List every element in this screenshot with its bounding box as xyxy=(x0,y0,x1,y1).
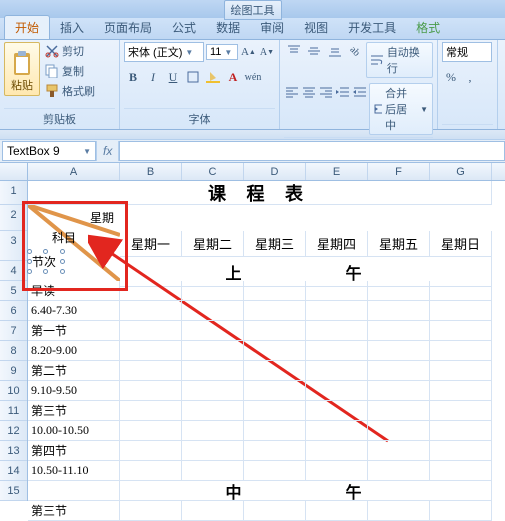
col-header-D[interactable]: D xyxy=(244,163,306,180)
ribbon-tabs: 开始 插入 页面布局 公式 数据 审阅 视图 开发工具 格式 xyxy=(0,18,505,40)
cell-A13[interactable]: 10.50-11.10 xyxy=(28,461,120,481)
bold-button[interactable]: B xyxy=(124,68,142,86)
cell-G2[interactable]: 星期日 xyxy=(430,231,492,257)
border-button[interactable] xyxy=(184,68,202,86)
col-header-G[interactable]: G xyxy=(430,163,492,180)
col-header-A[interactable]: A xyxy=(28,163,120,180)
underline-button[interactable]: U xyxy=(164,68,182,86)
clipboard-icon xyxy=(11,51,33,77)
cell-A7[interactable]: 8.20-9.00 xyxy=(28,341,120,361)
cell-D2[interactable]: 星期三 xyxy=(244,231,306,257)
col-header-B[interactable]: B xyxy=(120,163,182,180)
cell-A10[interactable]: 第三节 xyxy=(28,401,120,421)
tab-insert[interactable]: 插入 xyxy=(50,16,94,39)
cell-afternoon[interactable]: 中 午 xyxy=(120,481,492,501)
contextual-tab-header: 绘图工具 xyxy=(224,0,282,20)
tab-home[interactable]: 开始 xyxy=(4,15,50,39)
cell-B2[interactable]: 星期一 xyxy=(120,231,182,257)
row-header-7[interactable]: 7 xyxy=(0,321,27,341)
row-header-1[interactable]: 1 xyxy=(0,181,27,205)
paste-button[interactable]: 粘贴 xyxy=(4,42,40,96)
font-size-combo[interactable]: 11▼ xyxy=(206,44,238,60)
row-header-3[interactable]: 3 xyxy=(0,231,27,261)
row-header-12[interactable]: 12 xyxy=(0,421,27,441)
cut-button[interactable]: 剪切 xyxy=(43,42,97,60)
tab-formulas[interactable]: 公式 xyxy=(162,16,206,39)
cell-E2[interactable]: 星期四 xyxy=(306,231,368,257)
number-format-combo[interactable]: 常规 xyxy=(442,42,492,62)
font-color-button[interactable]: A xyxy=(224,68,242,86)
row-header-15[interactable]: 15 xyxy=(0,481,27,501)
row-header-8[interactable]: 8 xyxy=(0,341,27,361)
cell-A4[interactable]: 早读 xyxy=(28,281,120,301)
cell-A12[interactable]: 第四节 xyxy=(28,441,120,461)
diagonal-header-cell[interactable]: 星期 科目 节次 xyxy=(28,205,120,281)
clipboard-group-label: 剪贴板 xyxy=(4,108,115,129)
row-header-10[interactable]: 10 xyxy=(0,381,27,401)
select-all-corner[interactable] xyxy=(0,163,28,180)
font-family-combo[interactable]: 宋体 (正文)▼ xyxy=(124,42,204,62)
fill-color-button[interactable] xyxy=(204,68,222,86)
col-header-F[interactable]: F xyxy=(368,163,430,180)
align-right-button[interactable] xyxy=(318,83,334,101)
format-painter-button[interactable]: 格式刷 xyxy=(43,82,97,100)
merge-icon xyxy=(374,103,382,115)
font-group-label: 字体 xyxy=(124,108,275,129)
row-header-9[interactable]: 9 xyxy=(0,361,27,381)
row-header-11[interactable]: 11 xyxy=(0,401,27,421)
col-header-C[interactable]: C xyxy=(182,163,244,180)
orientation-button[interactable]: ab xyxy=(345,42,364,60)
increase-font-button[interactable]: A▲ xyxy=(240,43,257,61)
row-header-5[interactable]: 5 xyxy=(0,281,27,301)
align-left-button[interactable] xyxy=(284,83,300,101)
align-top-button[interactable] xyxy=(284,42,303,60)
phonetic-button[interactable]: wén xyxy=(244,68,262,86)
name-box[interactable]: TextBox 9▼ xyxy=(2,141,96,161)
row-header-6[interactable]: 6 xyxy=(0,301,27,321)
row-header-4[interactable]: 4 xyxy=(0,261,27,281)
wrap-text-button[interactable]: 自动换行 xyxy=(366,42,433,78)
merge-center-button[interactable]: 合并后居中▼ xyxy=(369,83,433,135)
tab-view[interactable]: 视图 xyxy=(294,16,338,39)
cell-A15[interactable]: 第三节 xyxy=(28,501,120,521)
cell-title[interactable]: 课 程 表 xyxy=(28,181,492,205)
decrease-indent-button[interactable] xyxy=(335,83,351,101)
scissors-icon xyxy=(45,44,59,58)
row-header-14[interactable]: 14 xyxy=(0,461,27,481)
cell-A11[interactable]: 10.00-10.50 xyxy=(28,421,120,441)
tab-layout[interactable]: 页面布局 xyxy=(94,16,162,39)
row-header-2[interactable]: 2 xyxy=(0,205,27,231)
cell-A5[interactable]: 6.40-7.30 xyxy=(28,301,120,321)
cell-A8[interactable]: 第二节 xyxy=(28,361,120,381)
copy-button[interactable]: 复制 xyxy=(43,62,97,80)
align-center-button[interactable] xyxy=(301,83,317,101)
tab-developer[interactable]: 开发工具 xyxy=(338,16,406,39)
italic-button[interactable]: I xyxy=(144,68,162,86)
cell-A14[interactable] xyxy=(28,481,120,501)
cell-A6[interactable]: 第一节 xyxy=(28,321,120,341)
formula-bar[interactable] xyxy=(119,141,505,161)
percent-button[interactable]: % xyxy=(442,68,460,86)
col-header-E[interactable]: E xyxy=(306,163,368,180)
ribbon: 粘贴 剪切 复制 格式刷 剪贴板 宋体 (正文)▼ xyxy=(0,40,505,130)
copy-icon xyxy=(45,64,59,78)
paste-label: 粘贴 xyxy=(11,77,33,93)
cell-C2[interactable]: 星期二 xyxy=(182,231,244,257)
tab-format[interactable]: 格式 xyxy=(406,16,450,39)
wrap-icon xyxy=(370,54,384,66)
align-middle-button[interactable] xyxy=(304,42,323,60)
fx-button[interactable]: fx xyxy=(96,141,119,161)
row-header-13[interactable]: 13 xyxy=(0,441,27,461)
cell-A9[interactable]: 9.10-9.50 xyxy=(28,381,120,401)
align-bottom-button[interactable] xyxy=(325,42,344,60)
decrease-font-button[interactable]: A▼ xyxy=(259,43,275,61)
increase-indent-button[interactable] xyxy=(352,83,368,101)
brush-icon xyxy=(45,84,59,98)
cell-F2[interactable]: 星期五 xyxy=(368,231,430,257)
comma-button[interactable]: , xyxy=(461,68,479,86)
